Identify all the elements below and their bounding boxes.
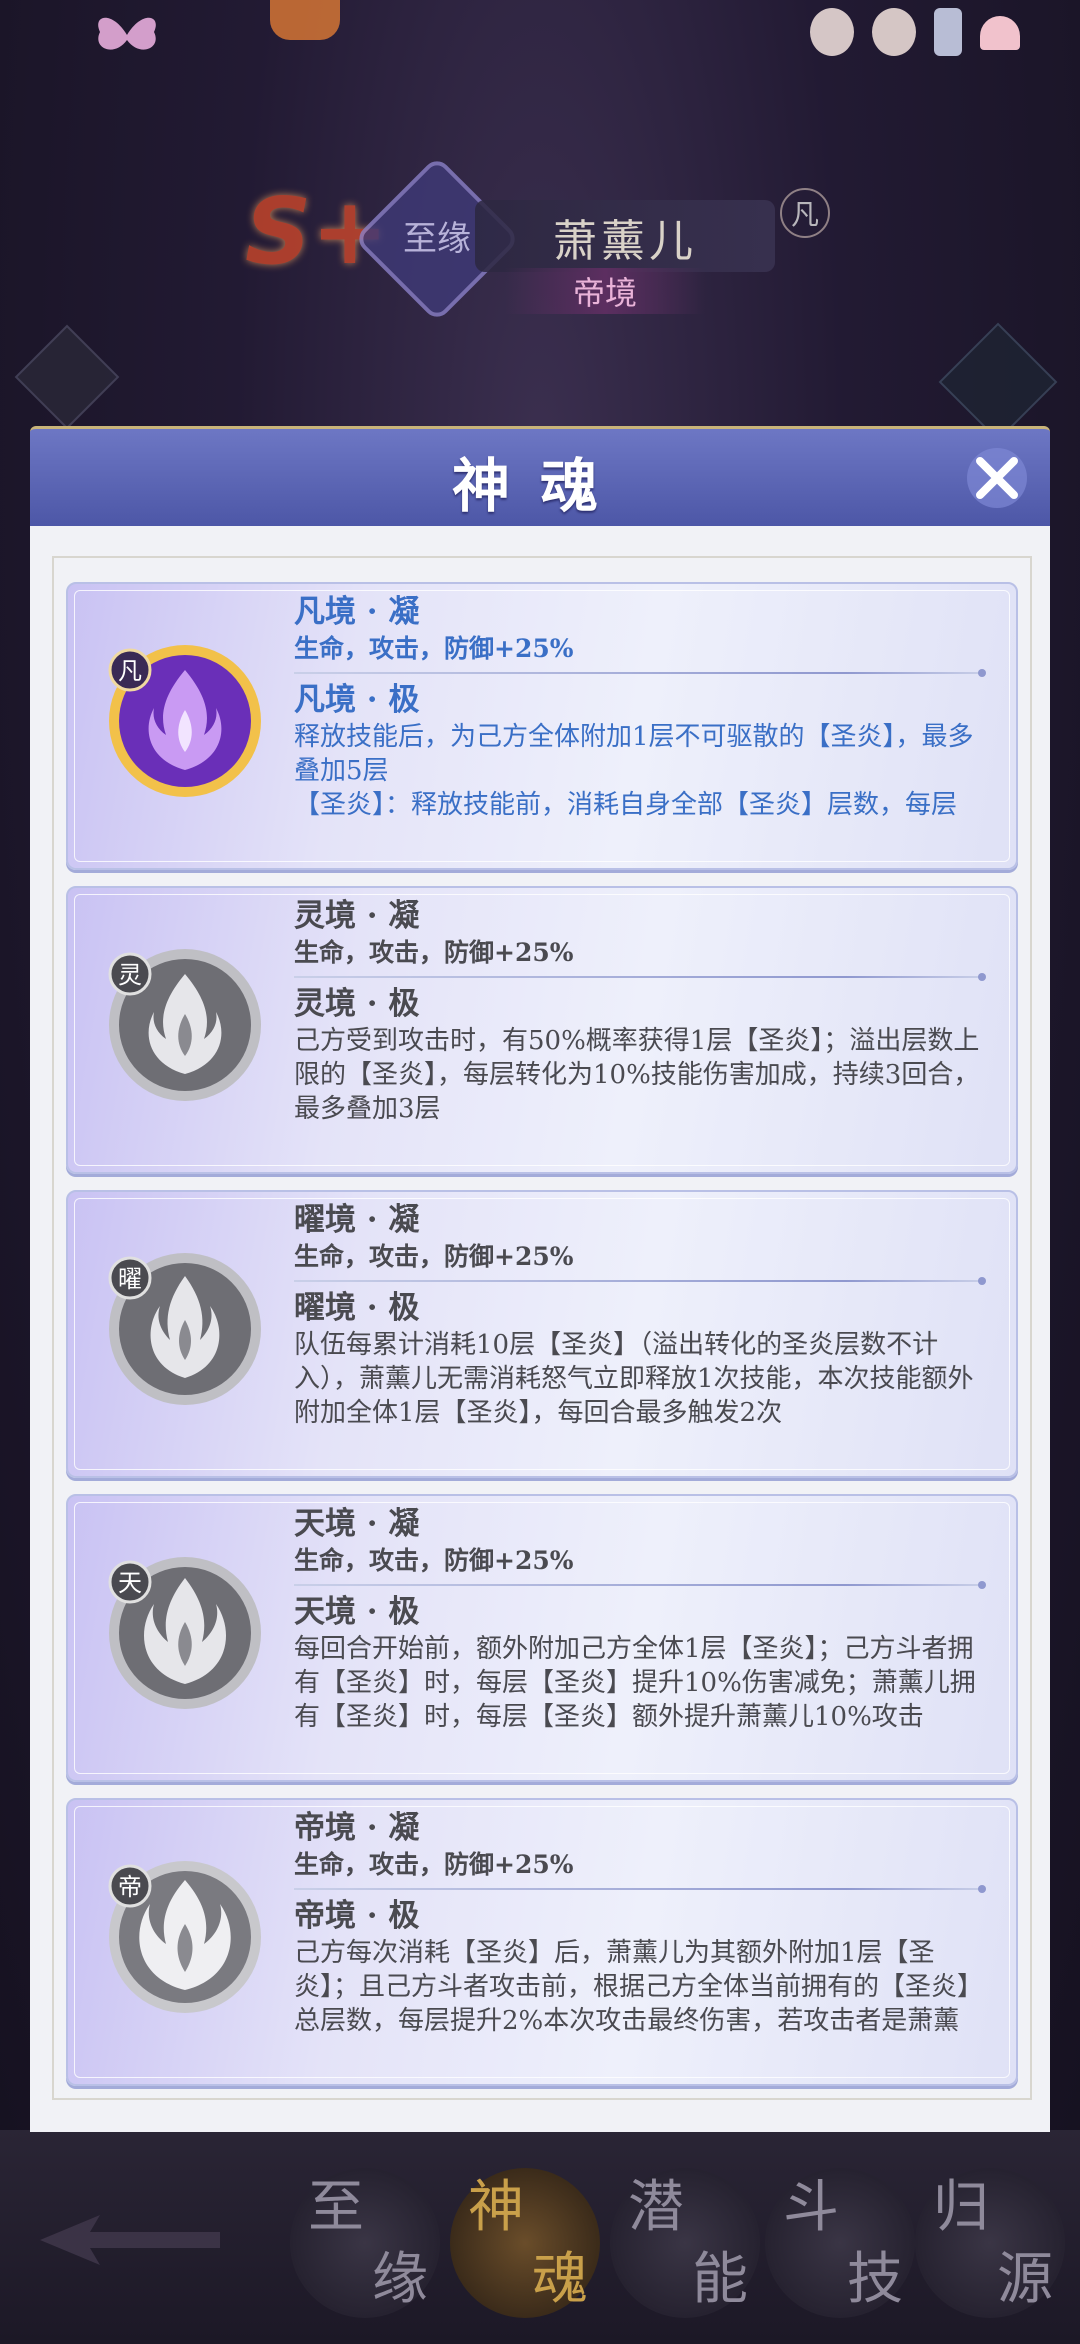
- tab-label: 技: [847, 2247, 903, 2312]
- ning-title: 曜境 · 凝: [294, 1202, 420, 1238]
- realm-mark: 凡: [780, 188, 830, 238]
- butterfly-icon[interactable]: [92, 10, 162, 60]
- ji-description: 释放技能后，为己方全体附加1层不可驱散的【圣炎】，最多叠加5层 【圣炎】：释放技…: [294, 722, 974, 820]
- card-badge: 天: [118, 1569, 142, 1597]
- divider: [294, 1885, 986, 1893]
- ning-title: 凡境 · 凝: [294, 594, 420, 630]
- tab-douji[interactable]: 斗 技: [765, 2168, 915, 2318]
- ning-stats: 生命，攻击，防御+25%: [294, 1242, 574, 1271]
- ji-title: 凡境 · 极: [294, 682, 420, 718]
- ji-description: 己方每次消耗【圣炎】后，萧薰儿为其额外附加1层【圣炎】；且己方斗者攻击前，根据己…: [294, 1938, 984, 2036]
- top-right-decorations: [810, 8, 1020, 56]
- card-badge: 灵: [118, 961, 142, 989]
- back-arrow-icon[interactable]: [30, 2210, 230, 2270]
- tab-label: 源: [997, 2247, 1053, 2312]
- ji-description: 己方受到攻击时，有50%概率获得1层【圣炎】；溢出层数上限的【圣炎】，每层转化为…: [294, 1026, 980, 1124]
- soul-card-di[interactable]: 帝 帝境 · 凝 生命，攻击，防御+25% 帝境 · 极 己方每次消耗【圣炎】后…: [66, 1798, 1018, 2086]
- cat-icon[interactable]: [872, 8, 916, 56]
- tab-shenhun[interactable]: 神 魂: [450, 2168, 600, 2318]
- ji-title: 帝境 · 极: [294, 1898, 420, 1934]
- ning-title: 灵境 · 凝: [294, 898, 420, 934]
- tab-label: 斗: [783, 2175, 839, 2240]
- ji-title: 天境 · 极: [294, 1594, 420, 1630]
- divider: [294, 973, 986, 981]
- tab-label: 缘: [372, 2247, 428, 2312]
- hero-name: 萧薰儿: [553, 216, 697, 267]
- heart-icon[interactable]: [980, 16, 1020, 50]
- grey-flame-icon: 灵: [108, 949, 261, 1101]
- hero-realm: 帝境: [505, 268, 705, 314]
- card-badge: 凡: [118, 657, 142, 685]
- lock-icon[interactable]: [14, 324, 120, 430]
- tab-zhiyuan[interactable]: 至 缘: [290, 2168, 440, 2318]
- soul-card-ling[interactable]: 灵 灵境 · 凝 生命，攻击，防御+25% 灵境 · 极 己方受到攻击时，有50…: [66, 886, 1018, 1174]
- ji-title: 灵境 · 极: [294, 986, 420, 1022]
- grey-flame-icon: 曜: [108, 1253, 261, 1405]
- share-icon[interactable]: [938, 322, 1058, 442]
- ji-title: 曜境 · 极: [294, 1290, 420, 1326]
- wing-icon[interactable]: [934, 8, 962, 56]
- grey-flame-icon: 天: [108, 1557, 261, 1709]
- card-badge: 曜: [118, 1265, 142, 1293]
- ning-stats: 生命，攻击，防御+25%: [294, 1850, 574, 1879]
- shenhun-dialog: 神魂 凡 凡境 · 凝 生命，攻击，防御+25% 凡境 · 极 释放技能后，为己…: [30, 426, 1050, 2132]
- ning-stats: 生命，攻击，防御+25%: [294, 1546, 574, 1575]
- tab-label: 魂: [532, 2247, 588, 2312]
- tab-label: 归: [933, 2175, 989, 2240]
- close-icon[interactable]: [962, 443, 1032, 513]
- ji-description: 队伍每累计消耗10层【圣炎】（溢出转化的圣炎层数不计入），萧薰儿无需消耗怒气立即…: [294, 1330, 974, 1428]
- tab-label: 至: [308, 2175, 364, 2240]
- card-text: 帝境 · 凝 生命，攻击，防御+25% 帝境 · 极 己方每次消耗【圣炎】后，萧…: [294, 1808, 986, 2040]
- divider: [294, 669, 986, 677]
- ning-stats: 生命，攻击，防御+25%: [294, 634, 574, 663]
- ning-title: 天境 · 凝: [294, 1506, 420, 1542]
- dialog-title: 神魂: [451, 452, 628, 520]
- tab-label: 神: [468, 2175, 524, 2240]
- ning-stats: 生命，攻击，防御+25%: [294, 938, 574, 967]
- card-text: 灵境 · 凝 生命，攻击，防御+25% 灵境 · 极 己方受到攻击时，有50%概…: [294, 896, 986, 1128]
- tab-guiyuan[interactable]: 归 源: [915, 2168, 1065, 2318]
- tab-label: 能: [692, 2247, 748, 2312]
- card-text: 凡境 · 凝 生命，攻击，防御+25% 凡境 · 极 释放技能后，为己方全体附加…: [294, 592, 986, 824]
- top-center-button[interactable]: [270, 0, 340, 40]
- soul-card-fan[interactable]: 凡 凡境 · 凝 生命，攻击，防御+25% 凡境 · 极 释放技能后，为己方全体…: [66, 582, 1018, 870]
- ning-title: 帝境 · 凝: [294, 1810, 420, 1846]
- ji-description: 每回合开始前，额外附加己方全体1层【圣炎】；己方斗者拥有【圣炎】时，每层【圣炎】…: [294, 1634, 976, 1732]
- card-text: 天境 · 凝 生命，攻击，防御+25% 天境 · 极 每回合开始前，额外附加己方…: [294, 1504, 986, 1736]
- dialog-header: 神魂: [30, 426, 1050, 529]
- soul-card-tian[interactable]: 天 天境 · 凝 生命，攻击，防御+25% 天境 · 极 每回合开始前，额外附加…: [66, 1494, 1018, 1782]
- grey-flame-icon: 帝: [108, 1861, 261, 2013]
- divider: [294, 1277, 986, 1285]
- dialog-body: 凡 凡境 · 凝 生命，攻击，防御+25% 凡境 · 极 释放技能后，为己方全体…: [30, 526, 1050, 2132]
- tab-label: 潜: [628, 2175, 684, 2240]
- purple-flame-icon: 凡: [108, 645, 261, 797]
- card-text: 曜境 · 凝 生命，攻击，防御+25% 曜境 · 极 队伍每累计消耗10层【圣炎…: [294, 1200, 986, 1432]
- background-scene: S+ 至缘 萧薰儿 帝境 凡: [0, 0, 1080, 442]
- tab-qianneng[interactable]: 潜 能: [610, 2168, 760, 2318]
- sheep-icon[interactable]: [810, 8, 854, 56]
- card-badge: 帝: [118, 1873, 142, 1901]
- divider: [294, 1581, 986, 1589]
- soul-card-yao[interactable]: 曜 曜境 · 凝 生命，攻击，防御+25% 曜境 · 极 队伍每累计消耗10层【…: [66, 1190, 1018, 1478]
